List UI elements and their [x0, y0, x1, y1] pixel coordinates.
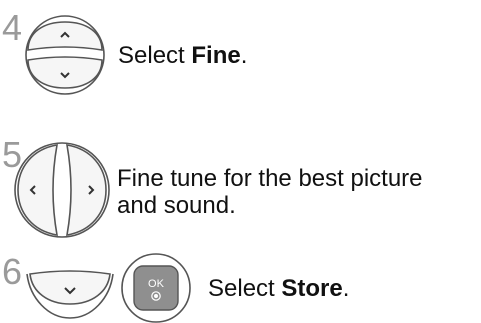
step-5-line-1: Fine tune for the best picture [117, 165, 423, 192]
step-4-instruction: Select Fine. [118, 42, 248, 69]
left-right-keys-icon [14, 142, 110, 238]
menu-item-store: Store [281, 275, 343, 302]
down-key-icon [26, 270, 114, 319]
step-5-instruction: Fine tune for the best picture and sound… [117, 165, 423, 219]
step-number-4: 4 [2, 7, 22, 48]
menu-item-fine: Fine [191, 42, 241, 69]
step-6-instruction: Select Store. [208, 275, 350, 302]
ok-button-icon: OK [121, 253, 191, 323]
step-number-6: 6 [2, 251, 22, 292]
step-5-line-2: and sound. [117, 192, 236, 219]
ok-label: OK [148, 278, 165, 290]
up-down-keys-icon [25, 15, 105, 95]
